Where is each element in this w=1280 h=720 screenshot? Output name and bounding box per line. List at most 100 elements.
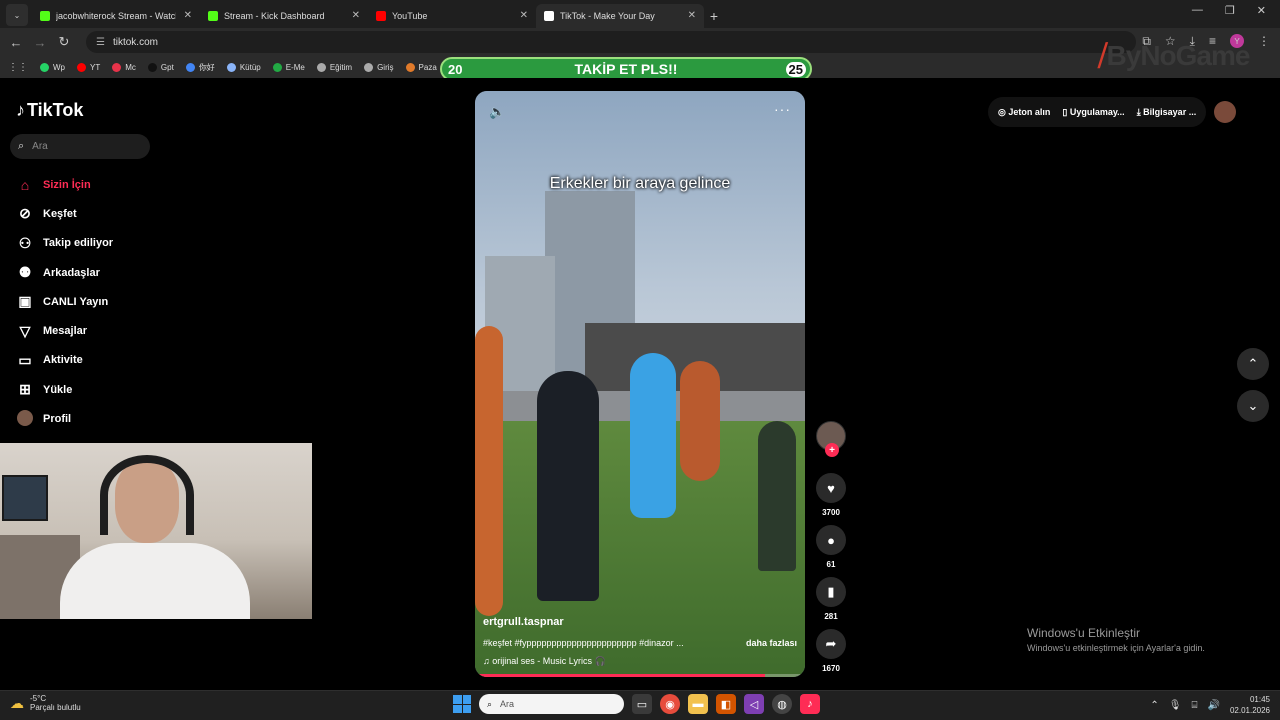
sidebar-item-5[interactable]: ▣ CANLI Yayın (16, 287, 113, 316)
task-view-icon[interactable]: ▭ (632, 694, 652, 714)
bookmark-label: Mc (125, 62, 136, 72)
clock[interactable]: 01:45 02.01.2026 (1230, 694, 1270, 716)
bookmark-label: Wp (53, 62, 65, 72)
bookmark-icon: ▮ (827, 584, 835, 599)
close-window-icon[interactable]: ✕ (1257, 4, 1266, 17)
weather-desc: Parçalı bulutlu (30, 703, 81, 712)
bookmark-item[interactable]: Eğitim (316, 62, 352, 72)
volume-icon[interactable]: 🔈 (489, 104, 505, 120)
next-video-button[interactable]: ⌄ (1237, 390, 1269, 422)
app-icon[interactable]: ◧ (716, 694, 736, 714)
sidebar-item-2[interactable]: ⊘ Keşfet (16, 199, 113, 228)
follow-goal-label: TAKİP ET PLS!! (574, 61, 678, 77)
sidebar-item-7[interactable]: ▭ Aktivite (16, 346, 113, 375)
visual-studio-icon[interactable]: ◁ (744, 694, 764, 714)
search-placeholder: Ara (32, 141, 48, 152)
bynogame-text: ByNoGame (1106, 40, 1251, 71)
more-description-link[interactable]: daha fazlası (746, 638, 797, 648)
comment-button[interactable]: ● (816, 525, 846, 555)
tray-chevron-icon[interactable]: ⌃ (1150, 700, 1158, 711)
sidebar-item-8[interactable]: ⊞ Yükle (16, 375, 113, 404)
browser-tab-4[interactable]: TikTok - Make Your Day ✕ (536, 4, 704, 28)
weather-widget[interactable]: ☁ -5°C Parçalı bulutlu (10, 694, 81, 712)
file-explorer-icon[interactable]: ▬ (688, 694, 708, 714)
reload-icon[interactable]: ↻ (52, 34, 76, 50)
video-progress[interactable] (475, 674, 805, 677)
profile-avatar (16, 409, 34, 429)
previous-video-button[interactable]: ⌃ (1237, 348, 1269, 380)
close-tab-icon[interactable]: ✕ (520, 10, 528, 21)
more-options-icon[interactable]: ··· (774, 101, 791, 117)
heart-icon: ♥ (827, 480, 835, 496)
site-info-icon[interactable]: ☰ (96, 37, 105, 48)
microphone-icon[interactable]: 🎙 (1169, 700, 1182, 711)
video-player[interactable]: Erkekler bir araya gelince 🔈 ··· ertgrul… (475, 91, 805, 677)
bynogame-logo: ⧸ByNoGame (1098, 40, 1251, 73)
bookmark-label: E-Me (285, 62, 305, 72)
browser-tab-2[interactable]: Stream - Kick Dashboard ✕ (200, 4, 368, 28)
tab-search-icon[interactable]: ⌄ (6, 4, 28, 26)
forward-icon[interactable]: → (28, 35, 52, 50)
desktop-app-button[interactable]: ⤓ Bilgisayar ... (1137, 107, 1197, 118)
sidebar-item-3[interactable]: ⚇ Takip ediliyor (16, 229, 113, 258)
user-avatar[interactable] (1214, 101, 1237, 123)
address-bar[interactable]: ☰ tiktok.com (86, 31, 1136, 53)
tiktok-app-icon[interactable]: ♪ (800, 694, 820, 714)
get-coins-button[interactable]: ◎ Jeton alın (998, 107, 1050, 118)
tiktok-page: ♪ TikTok ⌕ Ara ⌂ Sizin İçin ⊘ Keşfet ⚇ Takip … (0, 78, 1280, 690)
close-tab-icon[interactable]: ✕ (352, 10, 360, 21)
headphones (100, 455, 194, 535)
minimize-icon[interactable]: — (1192, 4, 1203, 17)
window-controls: — ❐ ✕ (1192, 4, 1280, 17)
chrome-icon[interactable]: ◉ (660, 694, 680, 714)
close-tab-icon[interactable]: ✕ (688, 10, 696, 21)
follow-plus-icon[interactable]: + (825, 443, 839, 457)
video-meta: ertgrull.taspnar #keşfet #fypppppppppppp… (483, 616, 797, 667)
bookmark-item[interactable]: 你好 (185, 62, 215, 73)
back-icon[interactable]: ← (4, 35, 28, 50)
speaker-icon[interactable]: 🔊 (1208, 700, 1220, 711)
apps-icon[interactable]: ⋮⋮ (8, 62, 28, 73)
bookmark-item[interactable]: Mc (112, 62, 136, 72)
sidebar-item-1[interactable]: ⌂ Sizin İçin (16, 170, 113, 199)
sidebar-item-6[interactable]: ▽ Mesajlar (16, 316, 113, 345)
bookmark-item[interactable]: Paza (405, 62, 437, 72)
creator-avatar[interactable]: + (816, 421, 846, 457)
close-tab-icon[interactable]: ✕ (184, 10, 192, 21)
weather-cloud-icon: ☁ (10, 694, 24, 711)
activity-icon: ▭ (18, 351, 32, 368)
like-button[interactable]: ♥ (816, 473, 846, 503)
new-tab-button[interactable]: + (704, 4, 724, 28)
share-button[interactable]: ➦ (816, 629, 846, 659)
tiktok-logo-text: TikTok (27, 100, 84, 120)
bookmark-item[interactable]: Kütüp (226, 62, 261, 72)
browser-tab-3[interactable]: YouTube ✕ (368, 4, 536, 28)
bookmark-item[interactable]: YT (77, 62, 100, 72)
obs-icon[interactable]: ◍ (772, 694, 792, 714)
taskbar-search[interactable]: ⌕ Ara (479, 694, 624, 714)
video-username[interactable]: ertgrull.taspnar (483, 616, 797, 628)
restore-icon[interactable]: ❐ (1225, 4, 1235, 17)
search-input[interactable]: ⌕ Ara (10, 134, 150, 159)
bookmark-item[interactable]: Giriş (364, 62, 394, 72)
sidebar-item-label: Profil (43, 413, 72, 426)
bookmark-favicon-icon (364, 62, 374, 72)
video-sound[interactable]: orijinal ses - Music Lyrics 🎧 (492, 656, 605, 666)
bookmark-item[interactable]: E-Me (272, 62, 305, 72)
bookmark-item[interactable]: Wp (40, 62, 65, 72)
network-icon[interactable]: ⌸ (1192, 700, 1198, 711)
browser-tab-1[interactable]: jacobwhiterock Stream - Watch ✕ (32, 4, 200, 28)
bookmark-label: Kütüp (239, 62, 261, 72)
sidebar-item-9[interactable]: Profil (16, 404, 113, 433)
bookmark-item[interactable]: Gpt (147, 62, 174, 72)
menu-icon[interactable]: ⋮ (1258, 34, 1270, 49)
share-count: 1670 (822, 664, 840, 673)
start-icon[interactable] (453, 695, 471, 713)
save-button[interactable]: ▮ (816, 577, 846, 607)
sidebar-item-4[interactable]: ⚉ Arkadaşlar (16, 258, 113, 287)
share-icon: ➦ (825, 636, 837, 651)
tiktok-logo[interactable]: ♪ TikTok (16, 100, 83, 121)
system-tray: ⌃ 🎙 ⌸ 🔊 01:45 02.01.2026 (1150, 694, 1270, 716)
bookmark-favicon-icon (147, 62, 157, 72)
get-app-button[interactable]: ▯ Uygulamay... (1062, 107, 1124, 118)
